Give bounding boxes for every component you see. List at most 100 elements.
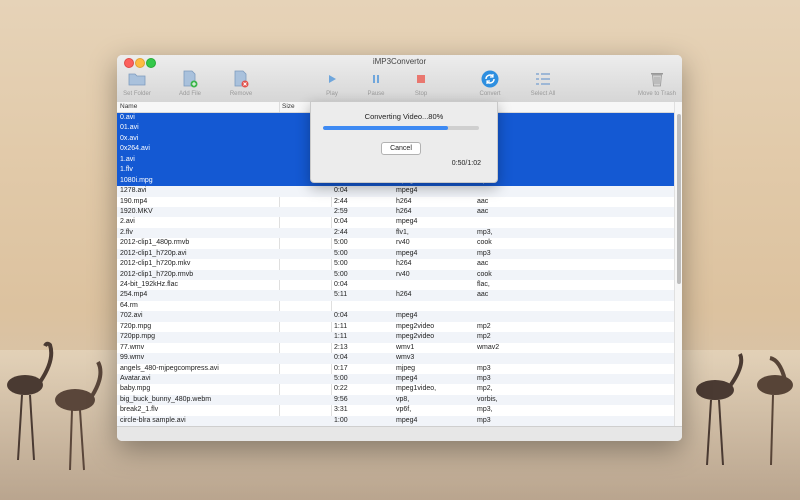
duration-cell: 5:00 [334, 270, 348, 278]
duration-cell: 3:31 [334, 406, 348, 414]
add-file-icon [180, 69, 200, 89]
duration-cell: 0:04 [334, 281, 348, 288]
stop-label: Stop [414, 91, 428, 97]
set-folder-button[interactable]: Set Folder [122, 69, 152, 101]
table-row[interactable]: 2012-clip1_480p.rmvb 5:00 rv40 cook [117, 238, 674, 248]
file-name-cell: Avatar.avi [120, 374, 151, 382]
file-name-cell: 1.avi [120, 155, 135, 163]
pause-button[interactable]: Pause [363, 69, 389, 101]
table-row[interactable]: 1278.avi 0:04 mpeg4 [117, 186, 674, 197]
table-row[interactable]: 720pp.mpg 1:11 mpeg2video mp2 [117, 332, 674, 343]
file-name-cell: 1920.MKV [120, 207, 153, 215]
audio-codec-cell: aac [477, 260, 489, 268]
progress-bar [323, 126, 479, 130]
column-header-size[interactable]: Size [282, 103, 295, 110]
duration-cell: 5:00 [334, 260, 348, 268]
table-row[interactable]: break2_1.flv 3:31 vp6f, mp3, [117, 405, 674, 415]
file-name-cell: 254.mp4 [120, 291, 148, 299]
convert-label: Convert [479, 91, 501, 97]
play-icon [322, 69, 342, 89]
table-row[interactable]: big_buck_bunny_480p.webm 9:56 vp8, vorbis, [117, 394, 674, 406]
file-name-cell: 01.avi [120, 124, 139, 132]
table-row[interactable]: 1920.MKV 2:59 h264 aac [117, 206, 674, 218]
table-row[interactable]: Avatar.avi 5:00 mpeg4 mp3 [117, 373, 674, 385]
table-row[interactable]: 2012-clip1_h720p.avi 5:00 mpeg4 mp3 [117, 248, 674, 260]
file-name-cell: 2012-clip1_h720p.avi [120, 249, 187, 257]
video-codec-cell: mpeg1video, [396, 385, 437, 393]
table-row[interactable]: 702.avi 0:04 mpeg4 [117, 311, 674, 322]
title-bar: iMP3Convertor Set Folder Add File Remove… [117, 55, 682, 103]
duration-cell: 2:44 [334, 228, 348, 236]
audio-codec-cell: mp3 [477, 364, 491, 372]
file-name-cell: baby.mpg [120, 385, 151, 393]
select-all-label: Select All [530, 91, 556, 97]
move-to-trash-button[interactable]: Move to Trash [633, 69, 681, 101]
select-all-button[interactable]: Select All [526, 69, 560, 101]
duration-cell: 0:04 [334, 187, 348, 195]
file-name-cell: 1278.avi [120, 187, 147, 195]
conversion-progress-dialog: Converting Video...80% Cancel 0:50/1:02 [310, 101, 498, 183]
video-codec-cell: mpeg2video [396, 333, 435, 341]
table-row[interactable]: 2.flv 2:44 flv1, mp3, [117, 227, 674, 239]
duration-cell: 2:59 [334, 207, 348, 215]
file-name-cell: 2012-clip1_h720p.rmvb [120, 270, 194, 278]
duration-cell: 1:11 [334, 333, 348, 341]
video-codec-cell: vp6f, [396, 406, 412, 414]
file-name-cell: angels_480-mjpegcompress.avi [120, 364, 219, 372]
add-file-button[interactable]: Add File [175, 69, 205, 101]
file-name-cell: 1.flv [120, 166, 133, 174]
duration-cell: 0:04 [334, 218, 348, 226]
audio-codec-cell: mp3, [477, 406, 493, 414]
file-name-cell: 2012-clip1_480p.rmvb [120, 239, 190, 247]
set-folder-label: Set Folder [123, 91, 151, 97]
table-row[interactable]: 254.mp4 5:11 h264 aac [117, 290, 674, 301]
table-row[interactable]: 2012-clip1_h720p.mkv 5:00 h264 aac [117, 259, 674, 269]
stop-button[interactable]: Stop [408, 69, 434, 101]
file-name-cell: 2.flv [120, 228, 133, 236]
pause-label: Pause [367, 91, 385, 97]
table-row[interactable]: 2012-clip1_h720p.rmvb 5:00 rv40 cook [117, 269, 674, 280]
duration-cell: 2:44 [334, 197, 348, 205]
list-icon [533, 69, 553, 89]
progress-fill [323, 126, 448, 130]
duration-cell: 0:04 [334, 312, 348, 320]
table-row[interactable]: 2.avi 0:04 mpeg4 [117, 217, 674, 227]
table-row[interactable]: 99.wmv 0:04 wmv3 [117, 353, 674, 364]
table-row[interactable]: 24-bit_192kHz.flac 0:04 flac, [117, 280, 674, 290]
file-name-cell: big_buck_bunny_480p.webm [120, 395, 212, 403]
convert-button[interactable]: Convert [475, 69, 505, 101]
table-row[interactable]: 64.rm [117, 301, 674, 311]
audio-codec-cell: cook [477, 270, 492, 278]
audio-codec-cell: mp3, [477, 228, 493, 236]
audio-codec-cell: aac [477, 197, 489, 205]
audio-codec-cell: flac, [477, 281, 490, 288]
duration-cell: 1:00 [334, 416, 348, 424]
add-file-label: Add File [178, 91, 201, 97]
vertical-scrollbar[interactable] [674, 102, 682, 426]
column-header-name[interactable]: Name [120, 103, 137, 110]
duration-cell: 0:04 [334, 354, 348, 362]
file-name-cell: 1080i.mpg [120, 176, 153, 184]
play-button[interactable]: Play [319, 69, 345, 101]
table-row[interactable]: 77.wmv 2:13 wmv1 wmav2 [117, 343, 674, 353]
table-row[interactable]: 190.mp4 2:44 h264 aac [117, 197, 674, 207]
file-name-cell: 0x.avi [120, 134, 139, 142]
file-name-cell: 2.avi [120, 218, 135, 226]
table-row[interactable]: circle-blra sample.avi 1:00 mpeg4 mp3 [117, 415, 674, 426]
progress-time: 0:50/1:02 [451, 160, 481, 167]
file-name-cell: 64.rm [120, 301, 138, 309]
table-row[interactable]: angels_480-mjpegcompress.avi 0:17 mjpeg mp3 [117, 364, 674, 374]
remove-button[interactable]: Remove [226, 69, 256, 101]
duration-cell: 5:11 [334, 291, 348, 299]
file-name-cell: circle-blra sample.avi [120, 416, 186, 424]
table-row[interactable]: 720p.mpg 1:11 mpeg2video mp2 [117, 322, 674, 332]
video-codec-cell: mpeg4 [396, 187, 418, 195]
folder-icon [127, 69, 147, 89]
remove-label: Remove [229, 91, 253, 97]
file-name-cell: 190.mp4 [120, 197, 148, 205]
flamingo-left-image [7, 341, 103, 471]
cancel-button[interactable]: Cancel [381, 142, 421, 155]
scrollbar-thumb[interactable] [677, 114, 681, 284]
table-row[interactable]: baby.mpg 0:22 mpeg1video, mp2, [117, 384, 674, 394]
duration-cell: 5:00 [334, 374, 348, 382]
